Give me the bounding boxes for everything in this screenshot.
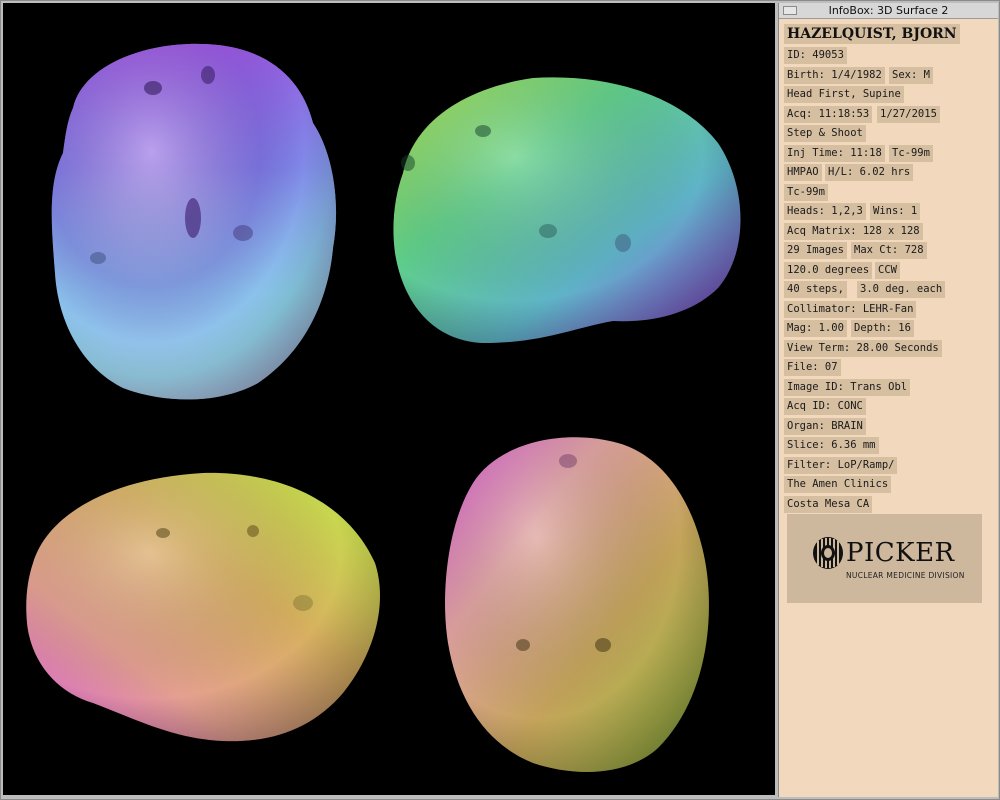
picker-logo-subtitle: NUCLEAR MEDICINE DIVISION (846, 571, 965, 580)
info-acq-time: Acq: 11:18:53 (784, 106, 873, 123)
info-rotation: CCW (875, 262, 900, 279)
picker-logo: PICKER NUCLEAR MEDICINE DIVISION (787, 514, 982, 603)
info-image-count: 29 Images (784, 242, 847, 259)
surface-render-canvas (26, 43, 741, 772)
info-acq-id: Acq ID: CONC (784, 398, 866, 415)
info-institution: The Amen Clinics (784, 476, 892, 493)
info-birth: Birth: 1/4/1982 (784, 67, 885, 84)
info-isotope: Tc-99m (889, 145, 933, 162)
info-step-size: 3.0 deg. each (857, 281, 946, 298)
info-file: File: 07 (784, 359, 841, 376)
picker-logo-name: PICKER (846, 538, 955, 568)
info-inj-time: Inj Time: 11:18 (784, 145, 885, 162)
info-heads: Heads: 1,2,3 (784, 203, 866, 220)
brain-render-bottom (445, 437, 709, 772)
info-acq-matrix: Acq Matrix: 128 (784, 223, 885, 240)
info-isotope-2: Tc-99m (784, 184, 828, 201)
info-acq-date: 1/27/2015 (877, 106, 940, 123)
brain-render-right (26, 472, 380, 742)
3d-surface-viewport[interactable] (3, 3, 775, 795)
info-organ: Organ: BRAIN (784, 418, 866, 435)
patient-name: HAZELQUIST, BJORN (784, 24, 960, 44)
info-slice: Slice: 6.36 mm (784, 437, 879, 454)
info-agent: HMPAO (784, 164, 822, 181)
info-mag: Mag: 1.00 (784, 320, 847, 337)
info-acq-mode: Step & Shoot (784, 125, 866, 142)
info-half-life: H/L: 6.02 hrs (825, 164, 914, 181)
info-depth: Depth: 16 (851, 320, 914, 337)
infobox-panel: InfoBox: 3D Surface 2 HAZELQUIST, BJORN … (778, 3, 998, 797)
picker-logo-icon (813, 537, 843, 569)
info-wins: Wins: 1 (870, 203, 921, 220)
info-sex: Sex: M (889, 67, 933, 84)
brain-render-top (51, 43, 337, 400)
info-image-id: Image ID: Trans Obl (784, 379, 911, 396)
info-location: Costa Mesa CA (784, 496, 873, 513)
info-acq-matrix-y: x 128 (885, 223, 923, 240)
info-collimator: Collimator: LEHR-Fan (784, 301, 917, 318)
info-view-term: View Term: 28.00 Seconds (784, 340, 942, 357)
infobox-titlebar[interactable]: InfoBox: 3D Surface 2 (779, 3, 998, 19)
info-max-count: Max Ct: 728 (851, 242, 927, 259)
info-orientation: Head First, Supine (784, 86, 904, 103)
window-title: InfoBox: 3D Surface 2 (828, 4, 949, 17)
info-arc-degrees: 120.0 degrees (784, 262, 873, 279)
info-steps: 40 steps, (784, 281, 847, 298)
info-filter: Filter: LoP/Ramp/ (784, 457, 898, 474)
info-patient-id: ID: 49053 (784, 47, 847, 64)
brain-render-left (393, 77, 741, 344)
